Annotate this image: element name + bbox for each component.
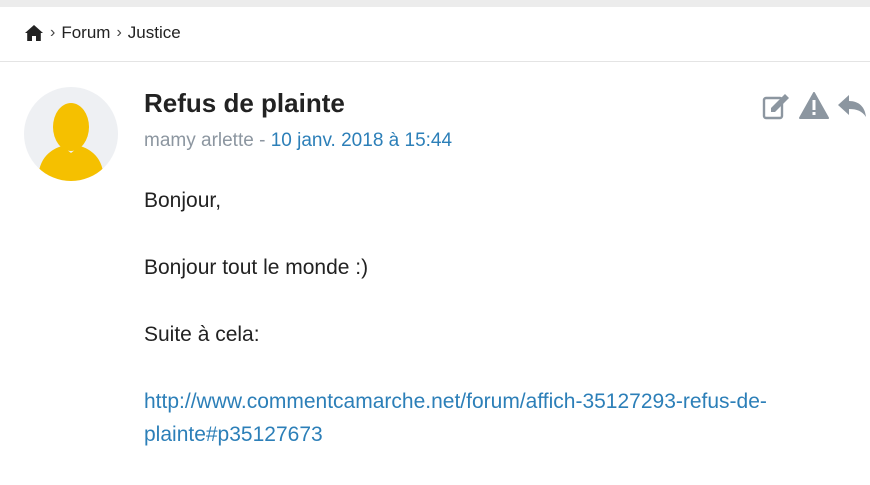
report-icon[interactable]	[798, 91, 830, 121]
home-icon[interactable]	[24, 24, 44, 42]
post-title: Refus de plainte	[144, 88, 345, 118]
breadcrumb-item-forum[interactable]: Forum	[61, 23, 110, 43]
post-link-line2: plainte#p35127673	[144, 423, 323, 446]
post-date-link[interactable]: 10 janv. 2018 à 15:44	[271, 130, 452, 151]
post-link-line1: http://www.commentcamarche.net/forum/aff…	[144, 390, 767, 413]
breadcrumb-item-justice[interactable]: Justice	[128, 23, 181, 43]
body-link-paragraph: http://www.commentcamarche.net/forum/aff…	[144, 385, 844, 451]
body-paragraph: Bonjour,	[144, 189, 222, 212]
body-paragraph: Suite à cela:	[144, 323, 260, 346]
edit-icon[interactable]	[760, 91, 792, 121]
avatar[interactable]	[24, 87, 118, 181]
post-actions	[760, 91, 870, 121]
breadcrumb-separator: ›	[50, 24, 56, 41]
meta-separator: -	[253, 130, 271, 151]
post-author[interactable]: mamy arlette	[144, 130, 254, 151]
reply-icon[interactable]	[836, 91, 868, 121]
post-link[interactable]: http://www.commentcamarche.net/forum/aff…	[144, 390, 767, 446]
post-meta: mamy arlette - 10 janv. 2018 à 15:44	[144, 130, 452, 152]
user-silhouette-icon	[38, 103, 104, 181]
breadcrumb-separator: ›	[116, 24, 122, 41]
divider	[0, 61, 870, 62]
body-paragraph: Bonjour tout le monde :)	[144, 256, 369, 279]
top-bar	[0, 0, 870, 7]
post-body: Bonjour, Bonjour tout le monde :) Suite …	[144, 184, 844, 485]
breadcrumb: › Forum › Justice	[24, 22, 181, 44]
